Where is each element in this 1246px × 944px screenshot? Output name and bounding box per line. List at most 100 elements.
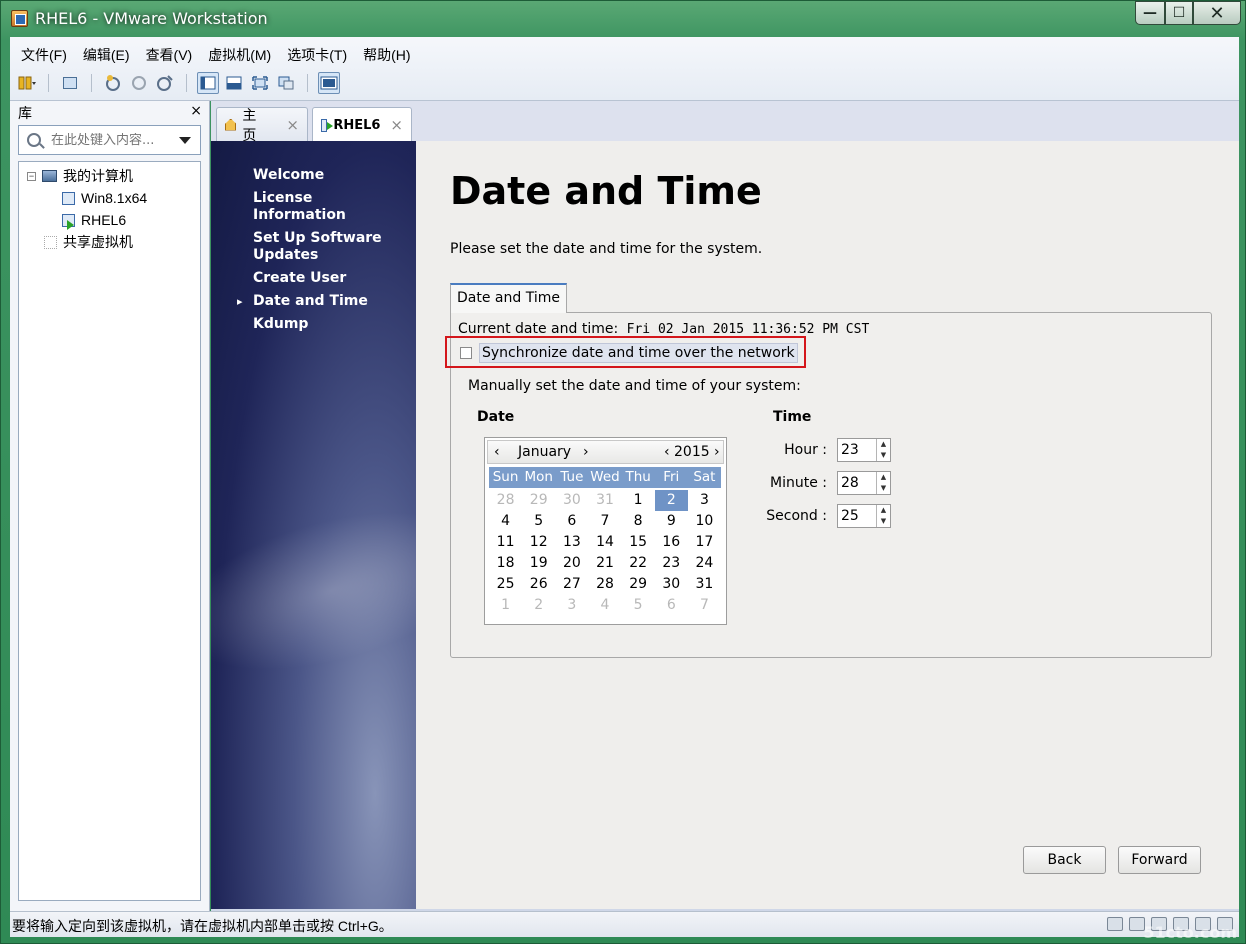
spin-down-icon[interactable]: ▼ [877, 483, 890, 494]
collapse-icon[interactable]: − [27, 171, 36, 181]
fullscreen-icon[interactable] [249, 72, 271, 94]
calendar-day[interactable]: 2 [522, 595, 555, 616]
tab-rhel6[interactable]: RHEL6 × [312, 107, 412, 142]
unity-icon[interactable] [223, 72, 245, 94]
calendar-day[interactable]: 27 [555, 574, 588, 595]
calendar-day[interactable]: 7 [588, 511, 621, 532]
menu-tabs[interactable]: 选项卡(T) [279, 45, 355, 65]
spinner-arrows[interactable]: ▲ ▼ [876, 472, 890, 494]
spin-down-icon[interactable]: ▼ [877, 516, 890, 527]
spin-up-icon[interactable]: ▲ [877, 505, 890, 516]
tree-item-win81[interactable]: Win8.1x64 [62, 188, 147, 208]
calendar-day[interactable]: 5 [522, 511, 555, 532]
calendar-day[interactable]: 26 [522, 574, 555, 595]
calendar-day[interactable]: 30 [655, 574, 688, 595]
hard-disk-icon[interactable] [1107, 917, 1123, 931]
hour-value[interactable]: 23 [838, 439, 876, 461]
calendar-day[interactable]: 29 [522, 490, 555, 511]
next-year-button[interactable]: › [714, 444, 720, 460]
spin-up-icon[interactable]: ▲ [877, 439, 890, 450]
calendar-day[interactable]: 6 [655, 595, 688, 616]
second-value[interactable]: 25 [838, 505, 876, 527]
calendar-day[interactable]: 16 [655, 532, 688, 553]
minute-spinner[interactable]: 28 ▲ ▼ [837, 471, 891, 495]
send-ctrl-alt-del-icon[interactable] [59, 72, 81, 94]
menu-help[interactable]: 帮助(H) [355, 45, 418, 65]
calendar-day[interactable]: 9 [655, 511, 688, 532]
calendar-day[interactable]: 1 [489, 595, 522, 616]
calendar-day[interactable]: 21 [588, 553, 621, 574]
calendar-day[interactable]: 2 [654, 490, 688, 511]
chevron-down-icon[interactable] [179, 136, 191, 144]
revert-icon[interactable] [128, 72, 150, 94]
calendar-day[interactable]: 28 [588, 574, 621, 595]
spin-down-icon[interactable]: ▼ [877, 450, 890, 461]
calendar-day[interactable]: 12 [522, 532, 555, 553]
calendar-day[interactable]: 29 [622, 574, 655, 595]
calendar-day[interactable]: 13 [555, 532, 588, 553]
tab-close-icon[interactable]: × [286, 116, 299, 134]
forward-button[interactable]: Forward [1118, 846, 1201, 874]
calendar-day[interactable]: 14 [588, 532, 621, 553]
snapshot-manager-icon[interactable] [154, 72, 176, 94]
spinner-arrows[interactable]: ▲ ▼ [876, 505, 890, 527]
library-search-input[interactable] [51, 132, 173, 148]
menu-vm[interactable]: 虚拟机(M) [200, 45, 279, 65]
calendar-day[interactable]: 7 [688, 595, 721, 616]
calendar-day[interactable]: 5 [622, 595, 655, 616]
calendar-day[interactable]: 19 [522, 553, 555, 574]
library-close-button[interactable]: × [190, 103, 202, 119]
minute-value[interactable]: 28 [838, 472, 876, 494]
spin-up-icon[interactable]: ▲ [877, 472, 890, 483]
calendar-day[interactable]: 15 [622, 532, 655, 553]
calendar-day[interactable]: 6 [555, 511, 588, 532]
calendar-day[interactable]: 8 [622, 511, 655, 532]
pause-icon[interactable] [16, 72, 38, 94]
calendar-day[interactable]: 3 [688, 490, 721, 511]
prev-year-button[interactable]: ‹ [664, 444, 670, 460]
menu-file[interactable]: 文件(F) [13, 45, 75, 65]
tab-date-time[interactable]: Date and Time [450, 283, 567, 313]
calendar-day[interactable]: 10 [688, 511, 721, 532]
library-search[interactable] [18, 125, 201, 155]
tree-item-shared[interactable]: 共享虚拟机 [44, 232, 133, 252]
sync-option[interactable]: Synchronize date and time over the netwo… [460, 343, 798, 363]
calendar-day[interactable]: 11 [489, 532, 522, 553]
calendar-day[interactable]: 18 [489, 553, 522, 574]
hour-spinner[interactable]: 23 ▲ ▼ [837, 438, 891, 462]
calendar-day[interactable]: 22 [622, 553, 655, 574]
next-month-button[interactable]: › [583, 444, 589, 460]
stretch-icon[interactable] [318, 72, 340, 94]
menu-view[interactable]: 查看(V) [138, 45, 201, 65]
sync-checkbox[interactable] [460, 347, 472, 359]
tree-item-my-computer[interactable]: − 我的计算机 [27, 166, 133, 186]
calendar-day[interactable]: 23 [655, 553, 688, 574]
calendar-day[interactable]: 28 [489, 490, 522, 511]
calendar-day[interactable]: 20 [555, 553, 588, 574]
maximize-button[interactable]: ☐ [1165, 1, 1193, 25]
snapshot-icon[interactable] [102, 72, 124, 94]
calendar-day[interactable]: 24 [688, 553, 721, 574]
guest-console[interactable]: Welcome License Information Set Up Softw… [211, 141, 1239, 909]
calendar-day[interactable]: 25 [489, 574, 522, 595]
calendar-day[interactable]: 3 [555, 595, 588, 616]
second-spinner[interactable]: 25 ▲ ▼ [837, 504, 891, 528]
sync-label[interactable]: Synchronize date and time over the netwo… [479, 343, 798, 363]
console-view-icon[interactable] [197, 72, 219, 94]
calendar-day[interactable]: 30 [555, 490, 588, 511]
spinner-arrows[interactable]: ▲ ▼ [876, 439, 890, 461]
calendar-day[interactable]: 31 [588, 490, 621, 511]
calendar-day[interactable]: 4 [588, 595, 621, 616]
minimize-button[interactable]: — [1135, 1, 1165, 25]
tree-item-rhel6[interactable]: RHEL6 [62, 210, 126, 230]
calendar-day[interactable]: 1 [622, 490, 655, 511]
calendar-day[interactable]: 31 [688, 574, 721, 595]
close-window-button[interactable]: ✕ [1193, 1, 1241, 25]
calendar-day[interactable]: 4 [489, 511, 522, 532]
tab-close-icon[interactable]: × [390, 116, 403, 134]
thumbnail-icon[interactable] [275, 72, 297, 94]
back-button[interactable]: Back [1023, 846, 1106, 874]
calendar-day[interactable]: 17 [688, 532, 721, 553]
tab-home[interactable]: 主页 × [216, 107, 308, 144]
prev-month-button[interactable]: ‹ [494, 444, 500, 460]
